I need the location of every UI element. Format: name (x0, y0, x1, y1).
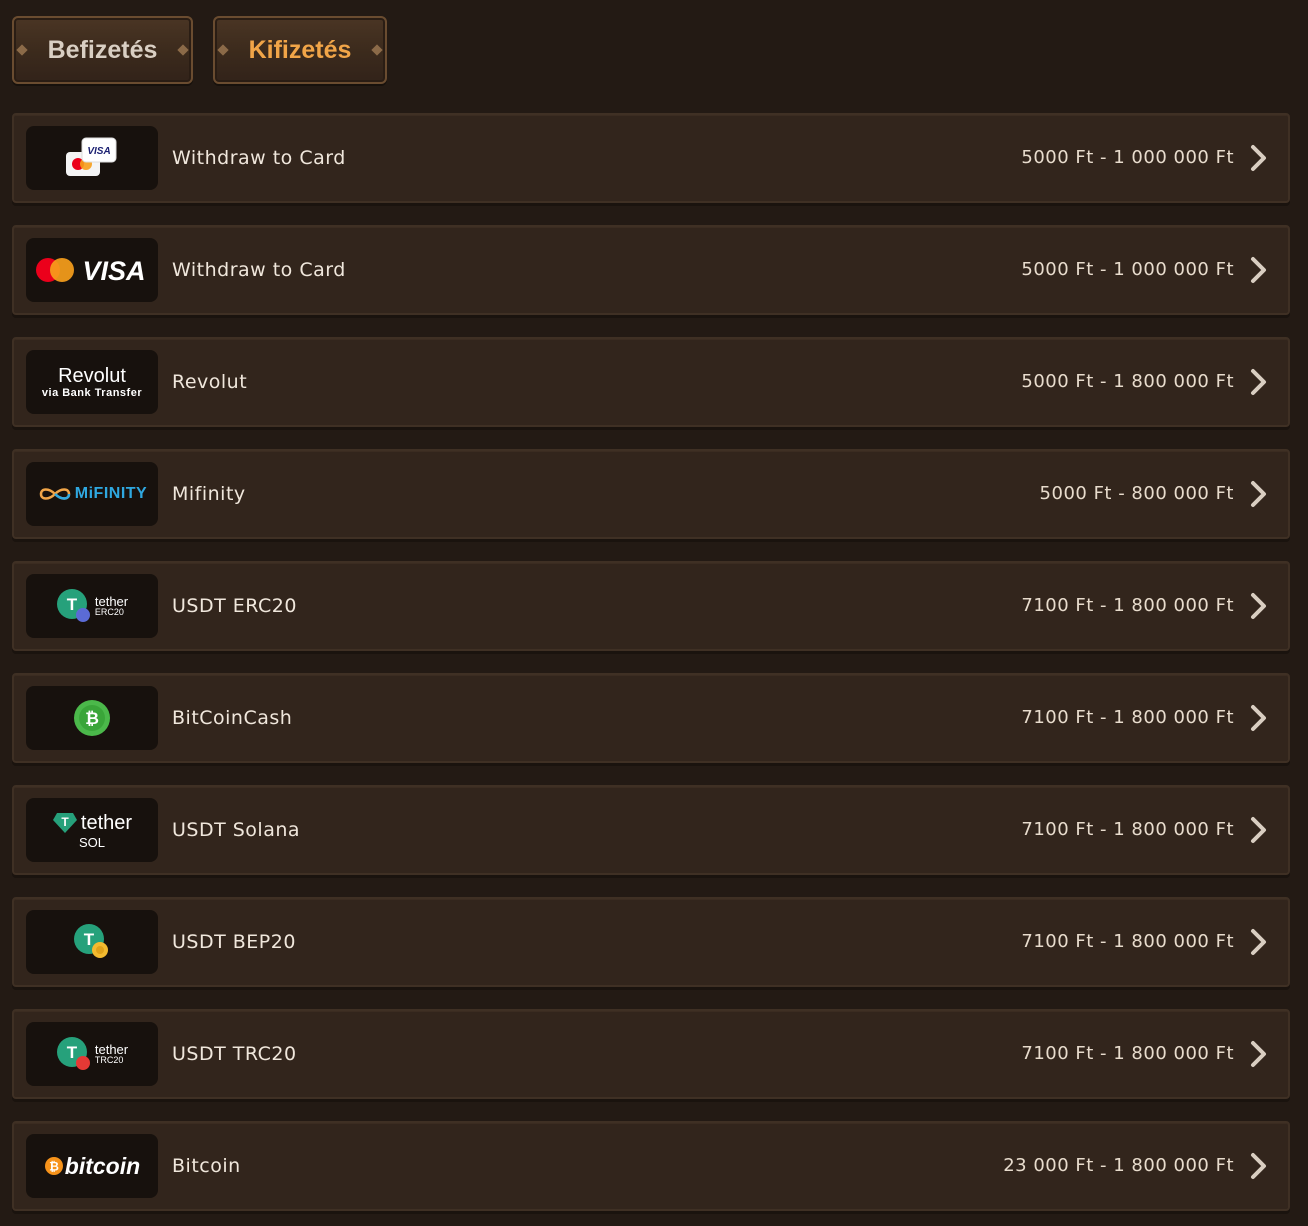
method-row-mifinity[interactable]: MiFINITY Mifinity 5000 Ft - 800 000 Ft (12, 449, 1290, 539)
svg-text:₿: ₿ (85, 709, 99, 728)
tether-logo-sub: ERC20 (94, 607, 124, 617)
tether-erc20-logo: T tether ERC20 (26, 574, 158, 638)
mastercard-visa-logo: VISA (26, 238, 158, 302)
nail-icon (217, 44, 229, 56)
tether-icon: T (56, 1037, 90, 1070)
bitcoincash-icon: ₿ (26, 686, 158, 750)
visa-text: VISA (82, 256, 145, 286)
chevron-right-icon (1251, 1153, 1266, 1179)
method-name: Withdraw to Card (172, 259, 346, 281)
method-row-withdraw-card-1[interactable]: VISA Withdraw to Card 5000 Ft - 1 000 00… (12, 113, 1290, 203)
card-stack-visa-text: VISA (87, 146, 110, 157)
method-name: Mifinity (172, 483, 246, 505)
bitcoin-logo-text: bitcoin (64, 1152, 141, 1179)
method-row-bitcoincash[interactable]: ₿ BitCoinCash 7100 Ft - 1 800 000 Ft (12, 673, 1290, 763)
svg-text:T: T (67, 1043, 78, 1062)
revolut-logo: Revolut via Bank Transfer (26, 350, 158, 414)
method-name: Revolut (172, 371, 248, 393)
method-range: 5000 Ft - 1 800 000 Ft (1021, 371, 1234, 392)
chevron-right-icon (1251, 481, 1266, 507)
method-name: USDT Solana (172, 819, 301, 841)
nail-icon (371, 44, 383, 56)
mifinity-logo-text: MiFINITY (74, 485, 148, 502)
method-range: 7100 Ft - 1 800 000 Ft (1021, 595, 1234, 616)
method-row-usdt-solana[interactable]: T tether SOL USDT Solana 7100 Ft - 1 800… (12, 785, 1290, 875)
tether-logo-sub: SOL (78, 834, 105, 850)
bitcoin-logo: ₿ bitcoin (26, 1134, 158, 1198)
tether-trc20-logo: T tether TRC20 (26, 1022, 158, 1086)
chevron-right-icon (1251, 817, 1266, 843)
tether-logo-sub: TRC20 (94, 1055, 124, 1065)
chevron-right-icon (1251, 1041, 1266, 1067)
method-range: 7100 Ft - 1 800 000 Ft (1021, 931, 1234, 952)
method-row-usdt-erc20[interactable]: T tether ERC20 USDT ERC20 7100 Ft - 1 80… (12, 561, 1290, 651)
method-range: 5000 Ft - 1 000 000 Ft (1021, 259, 1234, 280)
tether-sol-logo: T tether SOL (26, 798, 158, 862)
method-row-usdt-trc20[interactable]: T tether TRC20 USDT TRC20 7100 Ft - 1 80… (12, 1009, 1290, 1099)
method-range: 5000 Ft - 800 000 Ft (1039, 483, 1234, 504)
card-stack-icon: VISA (26, 126, 158, 190)
svg-text:T: T (67, 595, 78, 614)
svg-text:₿: ₿ (49, 1160, 59, 1174)
chevron-right-icon (1251, 593, 1266, 619)
tab-withdraw-label: Kifizetés (248, 35, 352, 64)
method-name: USDT BEP20 (172, 931, 296, 953)
tether-icon: T (56, 589, 90, 622)
revolut-logo-text: Revolut (58, 364, 126, 387)
method-range: 7100 Ft - 1 800 000 Ft (1021, 819, 1234, 840)
revolut-logo-sub: via Bank Transfer (41, 386, 143, 399)
tether-logo-text: tether (80, 811, 133, 834)
nail-icon (177, 44, 189, 56)
method-name: USDT TRC20 (172, 1043, 297, 1065)
infinity-icon (39, 488, 71, 500)
tab-withdraw[interactable]: Kifizetés (213, 16, 387, 84)
method-row-usdt-bep20[interactable]: T USDT BEP20 7100 Ft - 1 800 000 Ft (12, 897, 1290, 987)
method-name: USDT ERC20 (172, 595, 297, 617)
chevron-right-icon (1251, 369, 1266, 395)
method-range: 7100 Ft - 1 800 000 Ft (1021, 707, 1234, 728)
mifinity-logo: MiFINITY (26, 462, 158, 526)
chevron-right-icon (1251, 929, 1266, 955)
method-name: Withdraw to Card (172, 147, 346, 169)
method-row-revolut[interactable]: Revolut via Bank Transfer Revolut 5000 F… (12, 337, 1290, 427)
tether-diamond-icon: T (52, 812, 77, 833)
method-range: 7100 Ft - 1 800 000 Ft (1021, 1043, 1234, 1064)
nail-icon (16, 44, 28, 56)
tab-deposit-label: Befizetés (47, 35, 158, 64)
chevron-right-icon (1251, 257, 1266, 283)
method-range: 5000 Ft - 1 000 000 Ft (1021, 147, 1234, 168)
method-name: BitCoinCash (172, 707, 293, 729)
svg-text:T: T (61, 815, 69, 829)
chevron-right-icon (1251, 705, 1266, 731)
tab-deposit[interactable]: Befizetés (12, 16, 193, 84)
chevron-right-icon (1251, 145, 1266, 171)
method-row-withdraw-card-2[interactable]: VISA Withdraw to Card 5000 Ft - 1 000 00… (12, 225, 1290, 315)
method-range: 23 000 Ft - 1 800 000 Ft (1003, 1155, 1234, 1176)
bitcoin-icon: ₿ (44, 1157, 63, 1175)
method-row-bitcoin[interactable]: ₿ bitcoin Bitcoin 23 000 Ft - 1 800 000 … (12, 1121, 1290, 1211)
method-name: Bitcoin (172, 1155, 241, 1177)
tether-bep20-icon: T (26, 910, 158, 974)
